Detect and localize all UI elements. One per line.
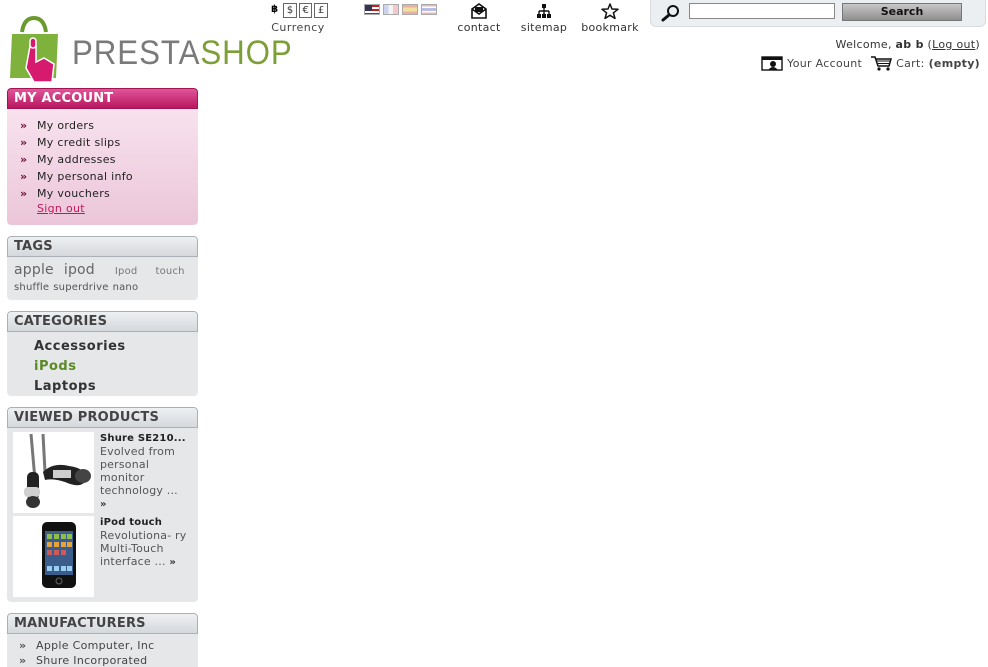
welcome-message: Welcome, ab b (Log out): [835, 38, 980, 51]
tags-title: TAGS: [7, 236, 198, 257]
search-block: Search: [650, 0, 986, 27]
sign-out-link[interactable]: Sign out: [7, 202, 198, 219]
flag-th-icon[interactable]: [421, 4, 437, 15]
user-account-icon: [761, 56, 783, 71]
tag-nano[interactable]: nano: [113, 282, 139, 293]
flag-es-icon[interactable]: [402, 4, 418, 15]
currency-label: Currency: [271, 21, 325, 34]
contact-link[interactable]: contact: [456, 3, 502, 34]
double-chevron-icon: »: [20, 119, 27, 132]
my-addresses-link[interactable]: » My addresses: [7, 151, 198, 168]
viewed-product-name[interactable]: iPod touch: [100, 516, 188, 529]
tags-block: TAGS apple ipod Ipod touch shuffle superdriv…: [7, 236, 198, 300]
tag-ipod-cap[interactable]: Ipod: [115, 266, 138, 277]
currency-pound[interactable]: £: [314, 3, 329, 18]
manufacturer-apple[interactable]: » Apple Computer, Inc: [7, 638, 198, 653]
bookmark-label: bookmark: [581, 21, 639, 34]
tag-touch[interactable]: touch: [155, 266, 184, 277]
double-chevron-icon: »: [20, 170, 27, 183]
bookmark-link[interactable]: bookmark: [578, 3, 642, 34]
tag-superdrive[interactable]: superdrive: [53, 282, 108, 293]
my-account-block: MY ACCOUNT » My orders » My credit slips »…: [7, 88, 198, 225]
sitemap-icon: [537, 4, 551, 18]
viewed-products-title: VIEWED PRODUCTS: [7, 407, 198, 428]
viewed-products-block: VIEWED PRODUCTS Shure SE210... Evolved f…: [7, 407, 198, 602]
cart-icon: [871, 56, 893, 71]
your-account-link[interactable]: Your Account: [787, 57, 862, 70]
manufacturers-title: MANUFACTURERS: [7, 613, 198, 634]
tag-ipod[interactable]: ipod: [64, 262, 95, 278]
envelope-icon: [471, 3, 487, 19]
customer-name: ab b: [895, 38, 924, 51]
viewed-product-item: iPod touch Revolutiona- ry Multi-Touch i…: [7, 516, 198, 600]
category-laptops[interactable]: Laptops: [7, 377, 198, 396]
my-orders-link[interactable]: » My orders: [7, 117, 198, 134]
double-chevron-icon: »: [20, 136, 27, 149]
viewed-product-name[interactable]: Shure SE210...: [100, 432, 188, 445]
currency-euro[interactable]: €: [298, 3, 313, 18]
my-vouchers-link[interactable]: » My vouchers: [7, 185, 198, 202]
cart-link[interactable]: Cart:: [896, 57, 924, 70]
manufacturer-shure[interactable]: » Shure Incorporated: [7, 653, 198, 667]
logout-link[interactable]: Log out: [932, 38, 975, 51]
sitemap-label: sitemap: [520, 21, 568, 34]
categories-title: CATEGORIES: [7, 311, 198, 332]
my-personal-info-link[interactable]: » My personal info: [7, 168, 198, 185]
cart-status: (empty): [928, 56, 980, 70]
ipod-touch-product-image[interactable]: [13, 516, 94, 597]
my-account-title[interactable]: MY ACCOUNT: [7, 88, 198, 109]
category-ipods[interactable]: iPods: [7, 357, 198, 377]
language-selector: [364, 4, 437, 15]
manufacturers-block: MANUFACTURERS » Apple Computer, Inc » Shur…: [7, 613, 198, 667]
shopping-bag-logo-icon: [10, 16, 58, 82]
category-accessories[interactable]: Accessories: [7, 337, 198, 357]
viewed-product-item: Shure SE210... Evolved from personal mon…: [7, 432, 198, 516]
currency-baht[interactable]: ฿: [268, 3, 281, 18]
viewed-product-description: Evolved from personal monitor technology…: [100, 445, 178, 497]
ipod-touch-icon: [42, 522, 76, 588]
sitemap-link[interactable]: sitemap: [518, 3, 570, 34]
flag-us-icon[interactable]: [364, 4, 380, 15]
double-chevron-icon: »: [20, 153, 27, 166]
earphones-product-image[interactable]: [13, 432, 94, 513]
double-chevron-icon: »: [20, 187, 27, 200]
double-chevron-icon: »: [19, 639, 26, 652]
contact-label: contact: [457, 21, 501, 34]
tag-apple[interactable]: apple: [14, 262, 54, 278]
star-icon: [601, 3, 619, 19]
account-cart-row: Your Account Cart: (empty): [761, 55, 980, 71]
my-credit-slips-link[interactable]: » My credit slips: [7, 134, 198, 151]
read-more-icon[interactable]: »: [169, 557, 176, 568]
earphones-icon: [24, 433, 91, 508]
search-input[interactable]: [689, 3, 835, 19]
double-chevron-icon: »: [19, 654, 26, 667]
flag-fr-icon[interactable]: [383, 4, 399, 15]
read-more-icon[interactable]: »: [100, 499, 107, 510]
categories-block: CATEGORIES Accessories iPods Laptops: [7, 311, 198, 396]
store-logo[interactable]: PRESTASHOP: [8, 12, 292, 84]
currency-selector: ฿ $ € £ Currency: [268, 3, 329, 34]
store-brand-name: PRESTASHOP: [72, 34, 293, 72]
tag-shuffle[interactable]: shuffle: [14, 282, 49, 293]
search-icon: [661, 5, 679, 22]
currency-dollar[interactable]: $: [283, 3, 297, 18]
search-button[interactable]: Search: [842, 3, 962, 21]
